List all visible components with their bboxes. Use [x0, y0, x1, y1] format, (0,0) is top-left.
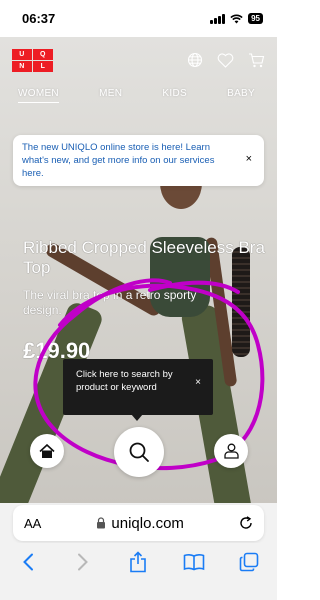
bookmarks-button[interactable]: [179, 547, 209, 577]
account-button[interactable]: [214, 434, 248, 468]
share-icon: [130, 551, 147, 573]
logo-letter: U: [12, 48, 32, 60]
signal-icon: [210, 13, 226, 24]
header-actions: [187, 52, 265, 68]
search-button[interactable]: [114, 427, 164, 477]
account-icon: [223, 443, 239, 459]
notice-text[interactable]: The new UNIQLO online store is here! Lea…: [22, 141, 238, 180]
forward-button[interactable]: [68, 547, 98, 577]
wifi-icon: [230, 14, 243, 23]
tab-baby[interactable]: BABY: [227, 88, 255, 103]
screen: 06:37 95 U Q N L WOMEN MEN KIDS BABY The…: [0, 0, 277, 600]
product-subtitle: The viral bra top in a retro sporty desi…: [23, 288, 197, 317]
category-tabs: WOMEN MEN KIDS BABY: [0, 88, 277, 103]
search-icon: [129, 442, 149, 462]
store-notice-banner[interactable]: The new UNIQLO online store is here! Lea…: [13, 135, 264, 186]
tabs-button[interactable]: [234, 547, 264, 577]
tooltip-arrow: [131, 414, 143, 421]
status-time: 06:37: [22, 11, 56, 26]
status-icons: 95: [210, 13, 263, 24]
close-icon[interactable]: ×: [195, 377, 201, 388]
url-text: uniqlo.com: [111, 514, 184, 532]
search-tooltip: Click here to search by product or keywo…: [63, 359, 213, 415]
site-header: U Q N L: [0, 37, 277, 83]
close-icon[interactable]: ×: [246, 153, 252, 165]
battery-indicator: 95: [248, 13, 263, 24]
home-button[interactable]: [30, 434, 64, 468]
back-icon: [22, 553, 33, 571]
logo-letter: N: [12, 60, 32, 72]
lock-icon: [97, 517, 106, 529]
share-button[interactable]: [123, 547, 153, 577]
status-bar: 06:37 95: [0, 0, 277, 37]
tab-women[interactable]: WOMEN: [18, 88, 59, 103]
back-button[interactable]: [13, 547, 43, 577]
heart-icon[interactable]: [217, 52, 234, 68]
reload-icon[interactable]: [239, 516, 253, 530]
home-icon: [39, 443, 55, 458]
globe-icon[interactable]: [187, 52, 203, 68]
model-leg: [0, 300, 105, 537]
logo-letter: Q: [33, 48, 53, 60]
forward-icon: [78, 553, 88, 571]
text-size-button[interactable]: AA: [24, 516, 41, 531]
browser-toolbar: [0, 543, 277, 600]
logo-letter: L: [33, 60, 53, 72]
uniqlo-logo[interactable]: U Q N L: [12, 48, 53, 72]
tab-men[interactable]: MEN: [99, 88, 122, 103]
tooltip-text: Click here to search by product or keywo…: [76, 369, 173, 393]
url-display[interactable]: uniqlo.com: [41, 515, 239, 532]
tabs-icon: [239, 552, 259, 572]
tab-kids[interactable]: KIDS: [162, 88, 187, 103]
address-bar[interactable]: AA uniqlo.com: [13, 505, 264, 541]
cart-icon[interactable]: [248, 52, 265, 68]
bookmarks-icon: [183, 554, 205, 571]
product-title[interactable]: Ribbed Cropped Sleeveless Bra Top: [23, 238, 268, 278]
